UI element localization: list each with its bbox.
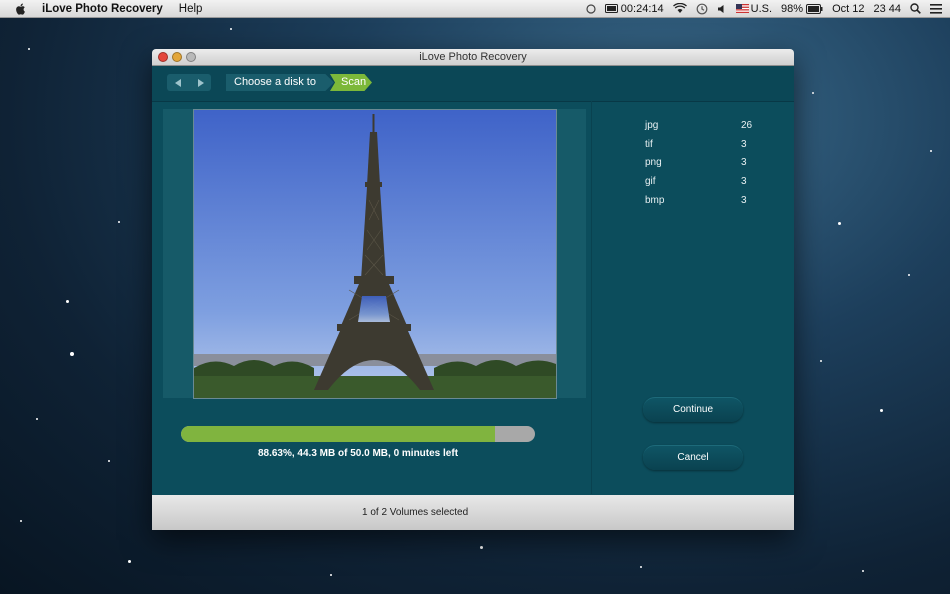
back-button[interactable]	[167, 74, 189, 91]
triangle-left-icon	[174, 78, 181, 87]
breadcrumb-step-scan[interactable]: Scan	[330, 74, 372, 91]
preview-panel	[163, 109, 586, 399]
spotlight-search-icon[interactable]	[910, 3, 921, 14]
cancel-button[interactable]: Cancel	[643, 445, 743, 470]
stat-row-tif: tif 3	[645, 139, 755, 158]
window-titlebar[interactable]: iLove Photo Recovery	[152, 49, 794, 66]
stat-row-jpg: jpg 26	[645, 120, 755, 139]
panel-divider	[591, 101, 592, 494]
stat-row-bmp: bmp 3	[645, 195, 755, 214]
scan-progress-label: 88.63%, 44.3 MB of 50.0 MB, 0 minutes le…	[257, 448, 459, 459]
status-area: 00:24:14 U.S. 98% Oct 12 23 44	[586, 0, 942, 17]
file-type-stats: jpg 26 tif 3 png 3 gif 3 bmp 3	[645, 120, 755, 213]
us-flag-icon	[735, 4, 749, 13]
apple-menu-icon[interactable]	[14, 2, 28, 16]
recovered-photo-preview	[193, 109, 557, 399]
file-type-label: tif	[645, 138, 653, 150]
volumes-selected-text: 1 of 2 Volumes selected	[362, 507, 469, 518]
window-title: iLove Photo Recovery	[419, 51, 527, 63]
app-window: iLove Photo Recovery Choose a disk to st…	[152, 49, 794, 530]
input-source[interactable]: U.S.	[735, 2, 773, 15]
clock[interactable]: Oct 12 23 44	[832, 3, 901, 15]
stat-row-gif: gif 3	[645, 176, 755, 195]
battery-status[interactable]: 98%	[781, 3, 823, 15]
scan-progress-fill	[181, 426, 495, 442]
app-menu[interactable]: iLove Photo Recovery	[42, 3, 163, 15]
minimize-window-button[interactable]	[172, 52, 182, 62]
input-source-label: U.S.	[750, 2, 773, 15]
timer-status[interactable]: 00:24:14	[604, 2, 664, 15]
file-type-label: jpg	[645, 120, 659, 131]
time-text: 23 44	[873, 2, 901, 15]
date-text: Oct 12	[832, 2, 865, 15]
timer-text: 00:24:14	[620, 2, 664, 15]
file-type-count: 3	[741, 138, 747, 150]
dropbox-icon[interactable]	[586, 3, 596, 15]
file-type-count: 26	[741, 120, 753, 131]
window-controls	[158, 52, 196, 62]
battery-icon	[806, 3, 823, 14]
wifi-icon[interactable]	[672, 3, 687, 14]
menu-bar: iLove Photo Recovery Help 00:24:14 U.S. …	[0, 0, 950, 18]
status-footer: 1 of 2 Volumes selected	[152, 495, 794, 530]
help-menu[interactable]: Help	[179, 3, 203, 15]
battery-percent: 98%	[781, 2, 804, 15]
file-type-label: bmp	[645, 194, 665, 206]
close-window-button[interactable]	[158, 52, 168, 62]
scan-content: jpg 26 tif 3 png 3 gif 3 bmp 3 88.63%, 4…	[152, 101, 794, 494]
continue-button[interactable]: Continue	[643, 397, 743, 422]
file-type-count: 3	[741, 194, 747, 206]
zoom-window-button[interactable]	[186, 52, 196, 62]
forward-button[interactable]	[189, 74, 211, 91]
volume-icon[interactable]	[717, 4, 727, 14]
toolbar: Choose a disk to start Scan	[152, 66, 794, 102]
navigation-buttons	[167, 74, 211, 91]
file-type-count: 3	[741, 176, 747, 188]
battery-timer-icon	[604, 4, 618, 13]
file-type-count: 3	[741, 157, 747, 169]
notification-center-icon[interactable]	[930, 3, 942, 14]
time-machine-icon[interactable]	[696, 3, 708, 15]
triangle-right-icon	[197, 78, 204, 87]
file-type-label: png	[645, 157, 662, 169]
file-type-label: gif	[645, 176, 656, 188]
breadcrumb-step-choose-disk[interactable]: Choose a disk to start	[226, 74, 334, 91]
scan-progress-bar	[181, 426, 535, 442]
stat-row-png: png 3	[645, 157, 755, 176]
